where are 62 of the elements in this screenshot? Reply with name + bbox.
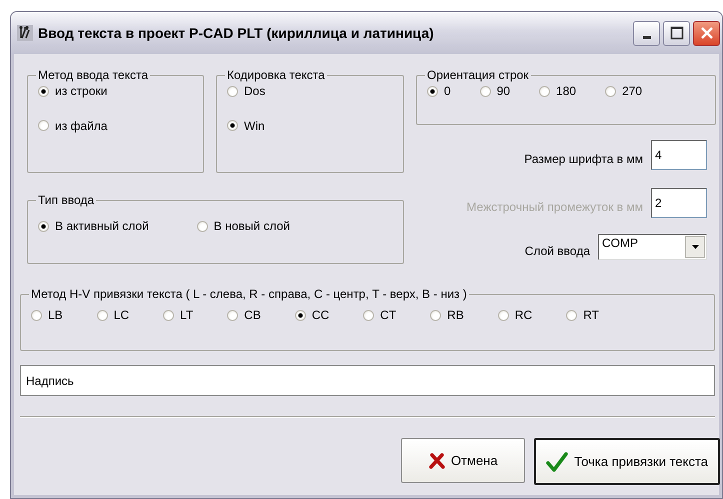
radio-label[interactable]: CT <box>380 308 396 322</box>
group-title: Тип ввода <box>37 193 96 207</box>
radio-label[interactable]: Dos <box>244 84 266 98</box>
field-label: Межстрочный промежуток в мм <box>466 199 643 214</box>
radio-label[interactable]: RT <box>583 308 599 322</box>
minimize-button[interactable] <box>633 20 660 46</box>
radio-button[interactable] <box>31 310 42 320</box>
close-icon <box>700 26 714 40</box>
close-button[interactable] <box>693 20 720 46</box>
radio-label[interactable]: В активный слой <box>55 219 149 233</box>
radio-label[interactable]: из файла <box>55 118 108 132</box>
maximize-button[interactable] <box>663 20 690 46</box>
window-title: Ввод текста в проект P-CAD PLT (кириллица и латиница) <box>38 25 435 41</box>
ok-button[interactable]: Точка привязки текста <box>534 438 720 485</box>
field-label: Слой ввода <box>524 243 590 258</box>
cancel-button[interactable]: Отмена <box>401 438 526 483</box>
radio-button[interactable] <box>539 86 550 96</box>
radio-label[interactable]: RC <box>514 308 532 322</box>
group-title: Метод H-V привязки текста ( L - слева, R - справа, C - центр, T - верх, B - низ ) <box>30 287 468 301</box>
group-title: Кодировка текста <box>226 68 326 82</box>
radio-button[interactable] <box>427 86 438 96</box>
radio-label[interactable]: 180 <box>556 84 576 98</box>
radio-button[interactable] <box>480 86 491 96</box>
radio-label[interactable]: LC <box>114 308 130 322</box>
radio-label[interactable]: 90 <box>496 84 510 98</box>
radio-button[interactable] <box>163 310 174 320</box>
radio-label[interactable]: из строки <box>55 84 108 98</box>
radio-label[interactable]: CC <box>312 308 330 322</box>
radio-label[interactable]: CB <box>244 308 261 322</box>
radio-button[interactable] <box>363 310 374 320</box>
radio-button[interactable] <box>96 310 108 320</box>
radio-label[interactable]: 0 <box>444 84 451 98</box>
radio-button[interactable] <box>227 120 238 131</box>
layer-dropdown[interactable]: COMP <box>598 234 707 260</box>
group-title: Ориентация строк <box>426 68 530 82</box>
radio-label[interactable]: Win <box>244 118 265 132</box>
radio-button[interactable] <box>38 86 49 96</box>
radio-button[interactable] <box>38 220 49 232</box>
radio-button[interactable] <box>196 220 208 232</box>
maximize-icon <box>670 26 684 40</box>
radio-button[interactable] <box>430 310 442 320</box>
radio-label[interactable]: В новый слой <box>214 219 290 233</box>
radio-label[interactable]: 270 <box>622 84 642 98</box>
dropdown-arrow-icon <box>692 245 698 249</box>
app-icon <box>17 25 33 41</box>
radio-button[interactable] <box>566 310 578 320</box>
radio-button[interactable] <box>605 86 616 96</box>
radio-label[interactable]: RB <box>447 308 464 322</box>
checkmark-icon <box>546 452 568 472</box>
group-title: Метод ввода текста <box>37 68 150 82</box>
radio-label[interactable]: LB <box>48 308 63 322</box>
radio-label[interactable]: LT <box>180 308 194 322</box>
input-field[interactable]: 4 <box>651 140 707 170</box>
radio-button[interactable] <box>38 120 49 131</box>
cross-icon <box>428 452 445 468</box>
field-label: Размер шрифта в мм <box>524 151 643 166</box>
radio-button[interactable] <box>498 310 509 320</box>
radio-button[interactable] <box>227 310 238 320</box>
radio-button[interactable] <box>227 86 238 96</box>
minimize-icon <box>642 36 650 38</box>
text-input-field[interactable]: Надпись <box>20 365 715 396</box>
radio-button[interactable] <box>294 310 306 320</box>
